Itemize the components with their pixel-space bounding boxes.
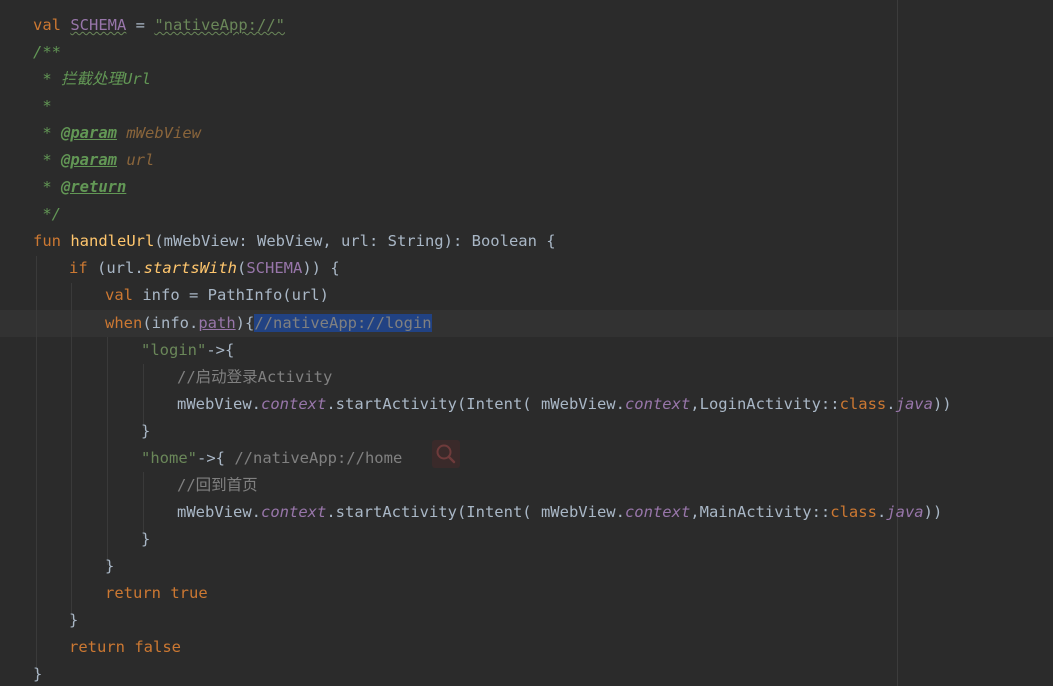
code-text: ,MainActivity:: xyxy=(690,503,831,521)
doc-param: mWebView xyxy=(126,124,201,142)
code-text: ->{ xyxy=(206,341,235,359)
right-margin-guide xyxy=(897,0,898,686)
string-literal: "login" xyxy=(141,341,207,359)
synthetic-property: context xyxy=(624,503,691,521)
selected-comment[interactable]: //nativeApp://login xyxy=(254,314,432,332)
indent-guide xyxy=(36,256,37,672)
boolean-literal: true xyxy=(170,584,208,602)
search-icon[interactable] xyxy=(432,440,460,468)
code-text: . xyxy=(886,395,896,413)
code-line-2[interactable]: /** xyxy=(33,39,61,66)
code-line-23[interactable]: } xyxy=(69,607,78,634)
code-line-10[interactable]: if (url.startsWith(SCHEMA)) { xyxy=(69,255,340,282)
code-line-4[interactable]: * xyxy=(33,93,51,120)
code-text: . xyxy=(876,503,887,521)
code-line-3[interactable]: * 拦截处理Url xyxy=(33,66,151,93)
constant-ref: SCHEMA xyxy=(246,259,303,277)
code-line-20[interactable]: } xyxy=(141,526,150,553)
code-line-1[interactable]: val SCHEMA = "nativeApp://" xyxy=(33,12,285,39)
keyword: val xyxy=(105,286,133,304)
code-line-9[interactable]: fun handleUrl(mWebView: WebView, url: St… xyxy=(33,228,556,255)
code-line-18[interactable]: //回到首页 xyxy=(177,472,258,499)
keyword: when xyxy=(105,314,143,332)
doc-tag: @param xyxy=(61,151,117,169)
keyword: class xyxy=(830,503,877,521)
code-text: info = PathInfo(url) xyxy=(133,286,329,304)
indent-guide xyxy=(71,283,72,619)
code-line-12[interactable]: when(info.path){//nativeApp://login xyxy=(105,310,432,337)
synthetic-property: context xyxy=(261,503,327,521)
keyword: if xyxy=(69,259,88,277)
synthetic-property: java xyxy=(895,395,933,413)
code-line-17[interactable]: "home"->{ //nativeApp://home xyxy=(141,445,402,472)
doc-tag: @param xyxy=(61,124,117,142)
synthetic-property: java xyxy=(886,503,924,521)
code-line-7[interactable]: * @return xyxy=(33,174,126,201)
code-text: ){ xyxy=(235,314,255,332)
constant-name: SCHEMA xyxy=(70,16,127,34)
code-line-19[interactable]: mWebView.context.startActivity(Intent( m… xyxy=(177,499,942,526)
code-text: mWebView. xyxy=(177,395,261,413)
keyword: class xyxy=(839,395,887,413)
code-text: .startActivity(Intent( mWebView. xyxy=(326,395,625,413)
code-line-6[interactable]: * @param url xyxy=(33,147,154,174)
function-name: handleUrl xyxy=(70,232,155,250)
doc-tag: @return xyxy=(61,178,127,196)
code-text: mWebView. xyxy=(177,503,261,521)
string-literal: "nativeApp://" xyxy=(154,16,285,34)
code-editor[interactable]: val SCHEMA = "nativeApp://" /** * 拦截处理Ur… xyxy=(0,0,1053,686)
property-ref: path xyxy=(198,314,236,332)
keyword: return xyxy=(105,584,161,602)
code-text: (info. xyxy=(142,314,199,332)
code-line-15[interactable]: mWebView.context.startActivity(Intent( m… xyxy=(177,391,952,418)
code-text: )) xyxy=(923,503,943,521)
synthetic-property: context xyxy=(624,395,691,413)
string-literal: "home" xyxy=(141,449,197,467)
code-text: )) { xyxy=(302,259,340,277)
code-line-11[interactable]: val info = PathInfo(url) xyxy=(105,282,329,309)
code-line-21[interactable]: } xyxy=(105,553,114,580)
line-comment: //nativeApp://home xyxy=(234,449,403,467)
code-line-25[interactable]: } xyxy=(33,661,42,686)
code-text: )) xyxy=(932,395,952,413)
code-line-14[interactable]: //启动登录Activity xyxy=(177,364,332,391)
function-signature: (mWebView: WebView, url: String): Boolea… xyxy=(154,232,556,250)
indent-guide xyxy=(107,337,108,565)
extension-call: startsWith xyxy=(143,259,237,277)
keyword: return xyxy=(69,638,125,656)
code-line-13[interactable]: "login"->{ xyxy=(141,337,234,364)
keyword: val xyxy=(33,16,61,34)
code-text: (url. xyxy=(87,259,144,277)
doc-prefix: * xyxy=(33,124,61,142)
synthetic-property: context xyxy=(261,395,327,413)
keyword: fun xyxy=(33,232,61,250)
code-text: ,LoginActivity:: xyxy=(690,395,840,413)
code-line-5[interactable]: * @param mWebView xyxy=(33,120,201,147)
code-text: .startActivity(Intent( mWebView. xyxy=(326,503,625,521)
doc-prefix: * xyxy=(33,178,61,196)
boolean-literal: false xyxy=(134,638,182,656)
doc-prefix: * xyxy=(33,151,61,169)
code-line-22[interactable]: return true xyxy=(105,580,208,607)
code-line-24[interactable]: return false xyxy=(69,634,181,661)
operator: = xyxy=(126,16,155,34)
code-line-8[interactable]: */ xyxy=(33,201,61,228)
code-line-16[interactable]: } xyxy=(141,418,150,445)
code-text: ( xyxy=(237,259,247,277)
code-text: ->{ xyxy=(197,449,235,467)
doc-param: url xyxy=(126,151,155,169)
